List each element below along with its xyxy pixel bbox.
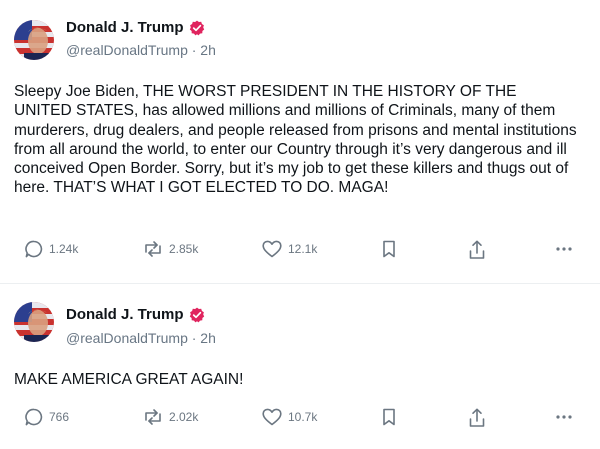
share-button[interactable] (467, 407, 487, 429)
post-text: MAKE AMERICA GREAT AGAIN! (14, 371, 244, 388)
post-actions: 766 2.02k 10.7k (0, 407, 600, 431)
more-dots-icon (553, 239, 575, 259)
verified-badge-icon (189, 307, 205, 323)
heart-icon (261, 239, 283, 259)
comment-bubble-icon (24, 407, 44, 427)
repost-button[interactable]: 2.85k (142, 239, 198, 259)
author-name-row[interactable]: Donald J. Trump (66, 306, 205, 323)
author-name-row[interactable]: Donald J. Trump (66, 19, 205, 36)
like-button[interactable]: 12.1k (261, 239, 317, 259)
handle-row: @realDonaldTrump · 2h (66, 42, 216, 58)
bookmark-button[interactable] (381, 239, 397, 259)
author-name[interactable]: Donald J. Trump (66, 19, 184, 36)
share-button[interactable] (467, 239, 487, 261)
avatar[interactable] (14, 20, 54, 60)
more-button[interactable] (553, 239, 575, 259)
comment-bubble-icon (24, 239, 44, 259)
like-button[interactable]: 10.7k (261, 407, 317, 427)
repost-count: 2.02k (169, 410, 199, 424)
post-time: · 2h (191, 330, 216, 346)
post-text: Sleepy Joe Biden, THE WORST PRESIDENT IN… (14, 83, 577, 197)
verified-badge-icon (189, 20, 205, 36)
reply-button[interactable]: 766 (24, 407, 69, 427)
post-actions: 1.24k 2.85k 12.1k (0, 239, 600, 263)
share-upload-icon (467, 407, 487, 429)
repost-button[interactable]: 2.02k (142, 407, 198, 427)
post-card[interactable]: Donald J. Trump @realDonaldTrump · 2h MA… (0, 284, 600, 449)
post-card[interactable]: Donald J. Trump @realDonaldTrump · 2h Sl… (0, 0, 600, 284)
bookmark-button[interactable] (381, 407, 397, 427)
author-handle[interactable]: @realDonaldTrump (66, 330, 188, 346)
bookmark-icon (381, 407, 397, 427)
more-dots-icon (553, 407, 575, 427)
repost-count: 2.85k (169, 242, 199, 256)
heart-icon (261, 407, 283, 427)
reply-count: 1.24k (49, 242, 79, 256)
bookmark-icon (381, 239, 397, 259)
repost-arrows-icon (142, 239, 164, 259)
more-button[interactable] (553, 407, 575, 427)
repost-arrows-icon (142, 407, 164, 427)
reply-count: 766 (49, 410, 70, 424)
author-name[interactable]: Donald J. Trump (66, 306, 184, 323)
like-count: 10.7k (288, 410, 318, 424)
post-time: · 2h (191, 42, 216, 58)
like-count: 12.1k (288, 242, 318, 256)
avatar[interactable] (14, 302, 54, 342)
share-upload-icon (467, 239, 487, 261)
handle-row: @realDonaldTrump · 2h (66, 330, 216, 346)
author-handle[interactable]: @realDonaldTrump (66, 42, 188, 58)
reply-button[interactable]: 1.24k (24, 239, 78, 259)
